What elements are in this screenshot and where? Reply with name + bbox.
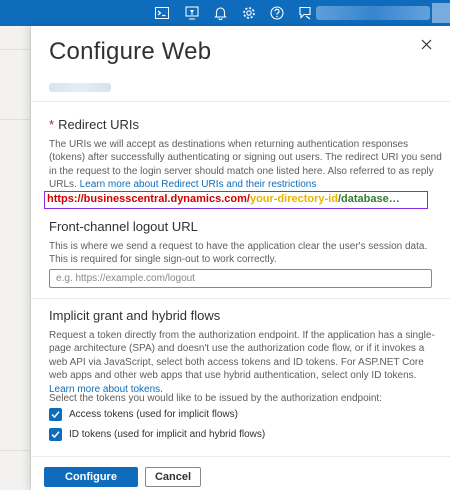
logout-url-heading: Front-channel logout URL (49, 219, 198, 234)
implicit-grant-heading: Implicit grant and hybrid flows (49, 308, 221, 323)
close-icon (421, 39, 431, 49)
account-info[interactable] (316, 6, 430, 20)
access-tokens-checkbox[interactable] (49, 408, 62, 421)
gear-icon[interactable] (241, 5, 257, 21)
background-divider (0, 49, 31, 50)
background-page (0, 26, 31, 490)
configure-button[interactable]: Configure (44, 467, 138, 487)
bell-icon[interactable] (212, 5, 228, 21)
panel-subtitle (49, 83, 111, 92)
background-divider (0, 450, 31, 451)
background-divider (0, 119, 31, 120)
panel-title: Configure Web (49, 38, 212, 65)
access-tokens-label: Access tokens (used for implicit flows) (69, 409, 238, 420)
feedback-icon[interactable] (297, 5, 313, 21)
checkmark-icon (51, 431, 60, 439)
panel-footer: Configure Cancel (31, 456, 450, 490)
redirect-uris-description: The URIs we will accept as destinations … (49, 139, 442, 191)
id-tokens-checkbox[interactable] (49, 428, 62, 441)
portal-top-bar (0, 0, 450, 26)
logout-url-input[interactable] (49, 269, 432, 288)
cloud-shell-icon[interactable] (154, 5, 170, 21)
redirect-uri-field[interactable]: https://businesscentral.dynamics.com/you… (44, 191, 428, 209)
directory-filter-icon[interactable] (184, 5, 200, 21)
access-tokens-option[interactable]: Access tokens (used for implicit flows) (49, 408, 238, 421)
redirect-uris-learn-more-link[interactable]: Learn more about Redirect URIs and their… (80, 179, 317, 190)
redirect-uris-heading: * Redirect URIs (49, 117, 139, 132)
required-mark: * (49, 117, 55, 132)
avatar[interactable] (432, 3, 450, 23)
id-tokens-label: ID tokens (used for implicit and hybrid … (69, 429, 266, 440)
help-icon[interactable] (269, 5, 285, 21)
checkmark-icon (51, 411, 60, 419)
close-button[interactable] (416, 34, 436, 54)
logout-url-description: This is where we send a request to have … (49, 241, 428, 266)
cancel-button[interactable]: Cancel (145, 467, 201, 487)
section-divider (31, 298, 450, 299)
configure-web-panel: Configure Web * Redirect URIs The URIs we… (31, 26, 450, 490)
header-divider (31, 101, 450, 102)
id-tokens-option[interactable]: ID tokens (used for implicit and hybrid … (49, 428, 265, 441)
token-select-prompt: Select the tokens you would like to be i… (49, 393, 382, 404)
implicit-grant-description: Request a token directly from the author… (49, 330, 435, 395)
